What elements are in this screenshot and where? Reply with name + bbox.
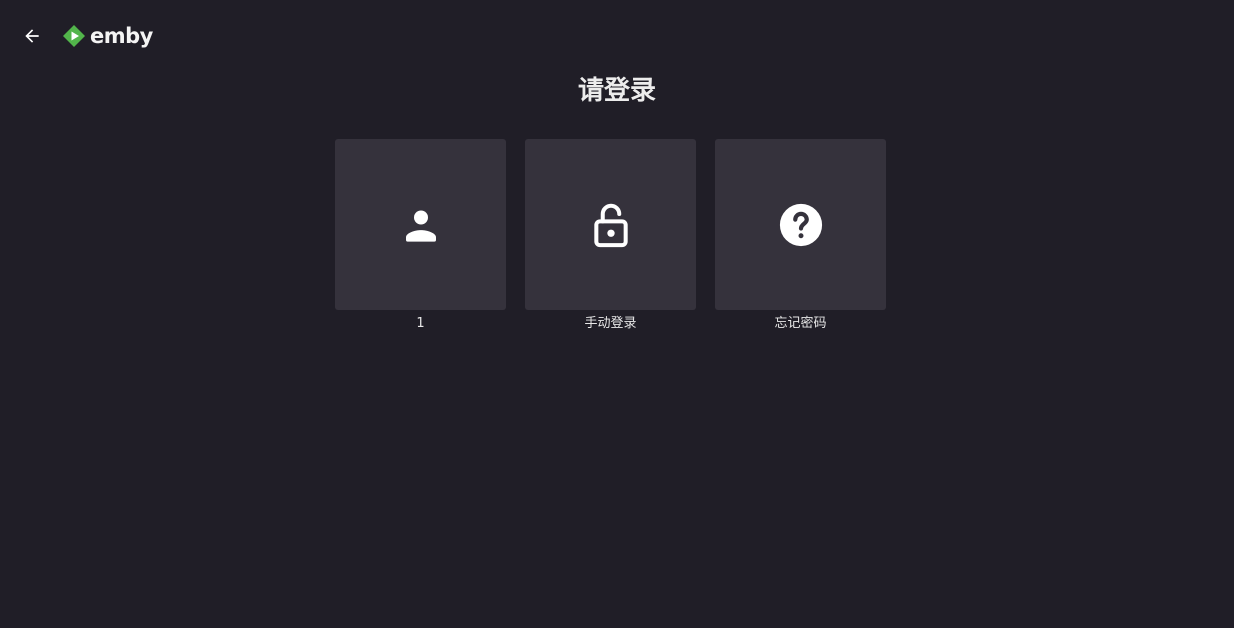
manual-login-card-box[interactable] bbox=[525, 139, 696, 310]
back-button[interactable] bbox=[18, 22, 46, 50]
user-card-label: 1 bbox=[416, 316, 425, 331]
forgot-password-card[interactable]: 忘记密码 bbox=[715, 139, 886, 332]
manual-login-label: 手动登录 bbox=[584, 316, 637, 331]
logo-text: emby bbox=[90, 24, 153, 48]
lock-open-icon bbox=[593, 203, 628, 247]
emby-logo-icon bbox=[63, 25, 85, 47]
user-card-box[interactable] bbox=[335, 139, 506, 310]
emby-logo[interactable]: emby bbox=[62, 22, 153, 50]
manual-login-card[interactable]: 手动登录 bbox=[525, 139, 696, 332]
login-options: 1 手动登录 忘记密码 bbox=[335, 139, 886, 332]
forgot-password-label: 忘记密码 bbox=[774, 316, 827, 331]
forgot-password-card-box[interactable] bbox=[715, 139, 886, 310]
arrow-left-icon bbox=[25, 29, 39, 43]
top-bar: emby bbox=[0, 0, 1234, 72]
user-card[interactable]: 1 bbox=[335, 139, 506, 332]
person-icon bbox=[405, 210, 436, 242]
help-circle-icon bbox=[779, 203, 822, 246]
page-title: 请登录 bbox=[577, 76, 656, 106]
